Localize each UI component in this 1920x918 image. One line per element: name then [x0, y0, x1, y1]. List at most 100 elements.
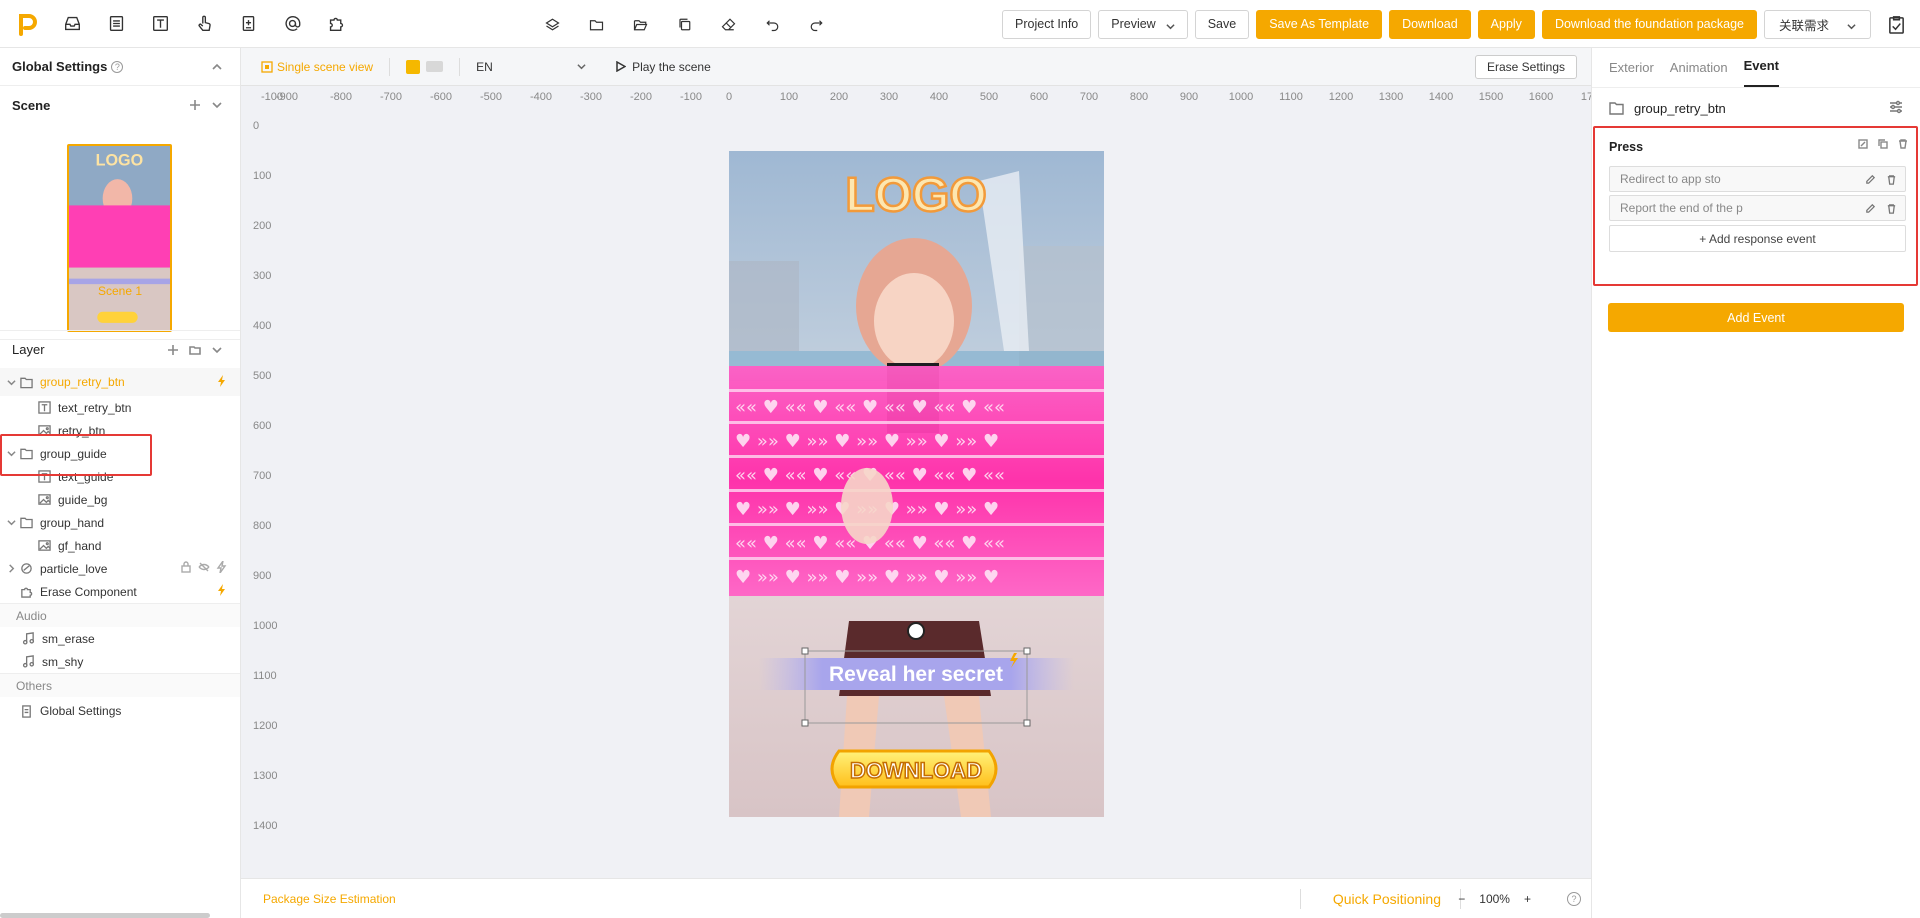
clipboard-check-icon[interactable] — [1878, 0, 1914, 48]
add-scene-icon[interactable] — [184, 94, 206, 116]
help-icon[interactable]: ? — [111, 60, 124, 73]
response-item[interactable]: Redirect to app sto — [1609, 166, 1906, 192]
svg-text:LOGO: LOGO — [96, 151, 144, 169]
zoom-in-button[interactable]: + — [1524, 892, 1531, 906]
layer-name: group_guide — [40, 446, 107, 461]
ruler-tick: 100 — [779, 91, 799, 103]
audio-item[interactable]: sm_shy — [0, 650, 240, 673]
orange-theme-swatch[interactable] — [406, 59, 421, 74]
right-panel: Exterior Animation Event group_retry_btn… — [1591, 48, 1920, 918]
quick-positioning-button[interactable]: Quick Positioning — [1333, 891, 1441, 907]
package-size-estimation-link[interactable]: Package Size Estimation — [263, 892, 396, 906]
edit-icon[interactable] — [1858, 139, 1868, 149]
expand-arrow-icon[interactable] — [4, 378, 18, 387]
response-item[interactable]: Report the end of the p — [1609, 195, 1906, 221]
single-scene-view-label: Single scene view — [277, 59, 374, 74]
zoom-out-button[interactable]: − — [1458, 892, 1465, 906]
eye-off-icon[interactable] — [198, 561, 210, 576]
project-info-button[interactable]: Project Info — [1002, 9, 1092, 39]
ruler-tick: 300 — [253, 270, 272, 282]
related-demand-dropdown[interactable]: 关联需求 — [1763, 9, 1871, 39]
open-folder-icon[interactable] — [618, 0, 662, 48]
layer-item[interactable]: gf_hand — [0, 534, 240, 557]
inbox-icon[interactable] — [50, 0, 94, 48]
download-foundation-button[interactable]: Download the foundation package — [1541, 9, 1757, 39]
others-item[interactable]: Global Settings — [0, 697, 240, 725]
copy-icon[interactable] — [1878, 139, 1888, 149]
image-icon — [36, 423, 52, 439]
undo-icon[interactable] — [750, 0, 794, 48]
scene-1-label[interactable]: Scene 1 — [0, 284, 240, 298]
ruler-tick: 200 — [253, 220, 272, 232]
trash-icon[interactable] — [1886, 174, 1897, 185]
app-logo — [14, 10, 42, 38]
preview-dropdown[interactable]: Preview — [1098, 9, 1188, 39]
folder-icon[interactable] — [574, 0, 618, 48]
erase-settings-button[interactable]: Erase Settings — [1474, 55, 1577, 79]
scene-thumbnail[interactable]: LOGO — [67, 144, 172, 332]
play-scene-button[interactable]: Play the scene — [616, 60, 711, 74]
puzzle-icon[interactable] — [314, 0, 358, 48]
layers-icon[interactable] — [530, 0, 574, 48]
layer-item[interactable]: text_guide — [0, 465, 240, 488]
layer-item[interactable]: text_retry_btn — [0, 396, 240, 419]
chevron-down-icon[interactable] — [206, 339, 228, 361]
preview-label: Preview — [1111, 17, 1156, 31]
lock-icon[interactable] — [180, 561, 192, 576]
chevron-up-icon[interactable] — [206, 56, 228, 78]
layer-item[interactable]: group_guide — [0, 442, 240, 465]
global-settings-header[interactable]: Global Settings ? — [0, 48, 240, 86]
copy-icon[interactable] — [662, 0, 706, 48]
stage-preview[interactable]: «« ♥ «« ♥ «« ♥ «« ♥ «« ♥ «« ♥ »» ♥ »» ♥ … — [729, 151, 1104, 817]
horizontal-scrollbar[interactable] — [0, 913, 210, 918]
file-icon[interactable] — [226, 0, 270, 48]
expand-arrow-icon[interactable] — [4, 449, 18, 458]
pencil-icon[interactable] — [1865, 174, 1876, 185]
ruler-tick: 800 — [253, 520, 272, 532]
expand-arrow-icon[interactable] — [4, 564, 18, 573]
tab-animation[interactable]: Animation — [1670, 60, 1728, 87]
pencil-icon[interactable] — [1865, 203, 1876, 214]
sliders-icon[interactable] — [1889, 100, 1903, 117]
layer-item[interactable]: group_hand — [0, 511, 240, 534]
apply-button[interactable]: Apply — [1477, 9, 1535, 39]
expand-arrow-icon[interactable] — [4, 518, 18, 527]
single-scene-view-toggle[interactable]: Single scene view — [261, 60, 373, 74]
help-icon[interactable]: ? — [1567, 891, 1581, 906]
tab-event[interactable]: Event — [1743, 58, 1780, 87]
trash-icon[interactable] — [1886, 203, 1897, 214]
bolt-outline-icon[interactable] — [216, 560, 228, 576]
left-panel: Global Settings ? Scene LOGO Scene 1 Lay… — [0, 48, 241, 918]
text-icon[interactable] — [138, 0, 182, 48]
ruler-tick: -200 — [629, 91, 653, 103]
layer-item[interactable]: guide_bg — [0, 488, 240, 511]
list-icon[interactable] — [94, 0, 138, 48]
language-select[interactable]: EN — [476, 60, 586, 74]
new-folder-icon[interactable] — [184, 339, 206, 361]
layer-item[interactable]: retry_btn — [0, 419, 240, 442]
tab-exterior[interactable]: Exterior — [1609, 60, 1654, 87]
ruler-tick: 300 — [879, 91, 899, 103]
ruler-tick: 1100 — [1279, 91, 1303, 103]
response-label: Redirect to app sto — [1620, 172, 1721, 186]
save-button[interactable]: Save — [1194, 9, 1250, 39]
redo-icon[interactable] — [794, 0, 838, 48]
add-layer-icon[interactable] — [162, 339, 184, 361]
response-label: Report the end of the p — [1620, 201, 1743, 215]
layer-item[interactable]: Erase Component — [0, 580, 240, 603]
add-response-event-button[interactable]: + Add response event — [1609, 225, 1906, 252]
save-as-template-button[interactable]: Save As Template — [1256, 9, 1383, 39]
add-event-button[interactable]: Add Event — [1608, 303, 1904, 332]
delete-icon[interactable] — [1898, 139, 1908, 149]
eraser-icon[interactable] — [706, 0, 750, 48]
hand-pointer-icon[interactable] — [182, 0, 226, 48]
chevron-down-icon[interactable] — [206, 94, 228, 116]
folder-icon — [1609, 102, 1624, 115]
audio-item[interactable]: sm_erase — [0, 627, 240, 650]
svg-text:♥ »» ♥ »» ♥ »» ♥ »» ♥ »» ♥: ♥ »» ♥ »» ♥ »» ♥ »» ♥ »» ♥ — [735, 431, 999, 452]
at-icon[interactable] — [270, 0, 314, 48]
grey-theme-swatch[interactable] — [426, 61, 444, 72]
layer-item[interactable]: particle_love — [0, 557, 240, 580]
layer-item[interactable]: group_retry_btn — [0, 368, 240, 396]
download-button[interactable]: Download — [1389, 9, 1471, 39]
